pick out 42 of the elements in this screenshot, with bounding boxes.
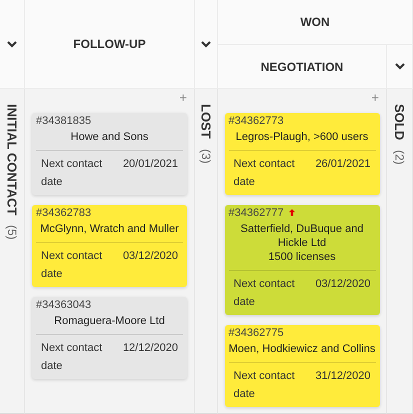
field-label: Next contact date bbox=[41, 249, 104, 282]
field-label: Next contact date bbox=[234, 157, 296, 190]
field-value: 31/12/2020 bbox=[315, 369, 370, 384]
collapsed-column-title[interactable]: SOLD bbox=[392, 104, 407, 140]
field-label: Next contact date bbox=[234, 369, 296, 402]
collapsed-column-title[interactable]: INITIAL CONTACT bbox=[4, 104, 20, 216]
deal-id: #34363043 bbox=[36, 298, 92, 310]
column-group-header: WON bbox=[218, 0, 413, 45]
deal-id: #34381835 bbox=[36, 114, 92, 126]
field-label: Next contact date bbox=[234, 277, 296, 310]
chevron-down-icon[interactable] bbox=[201, 40, 211, 48]
deal-title: Howe and Sons bbox=[70, 130, 150, 145]
deal-card[interactable]: #34362775 Moen, Hodkiewicz and Collins Next contact date 31/12/2020 bbox=[224, 325, 380, 407]
collapsed-column-title[interactable]: LOST bbox=[198, 104, 214, 139]
card-count: (5) bbox=[5, 225, 19, 240]
field-value: 03/12/2020 bbox=[315, 277, 370, 292]
field-label: Next contact date bbox=[41, 341, 104, 374]
card-count: (2) bbox=[392, 150, 406, 165]
deal-card[interactable]: #34363043 Romaguera-Moore Ltd Next contact date 12/12/2020 bbox=[32, 297, 187, 379]
field-value: 12/12/2020 bbox=[122, 341, 178, 356]
deal-title: Romaguera-Moore Ltd bbox=[53, 314, 166, 329]
deal-card[interactable]: #34381835 Howe and Sons Next contact date 20/01/2021 bbox=[32, 113, 187, 195]
deal-title: Moen, Hodkiewicz and Collins bbox=[228, 342, 376, 357]
deal-id: #34362775 bbox=[228, 326, 284, 338]
field-value: 26/01/2021 bbox=[315, 157, 370, 172]
column-title: FOLLOW-UP bbox=[73, 37, 146, 51]
field-value: 03/12/2020 bbox=[122, 249, 178, 264]
deal-title: McGlynn, Wratch and Muller bbox=[39, 222, 180, 237]
deal-id: #34362783 bbox=[36, 206, 92, 218]
deal-title: Satterfield, DuBuque and Hickle Ltd 1500 licenses bbox=[240, 222, 364, 265]
field-value: 20/01/2021 bbox=[122, 157, 178, 172]
chevron-down-icon[interactable] bbox=[7, 40, 17, 48]
deal-card[interactable]: #34362783 McGlynn, Wratch and Muller Next contact date 03/12/2020 bbox=[32, 205, 187, 287]
card-count: (3) bbox=[199, 148, 213, 164]
deal-title: Legros-Plaugh, >600 users bbox=[234, 130, 370, 145]
deal-id: #34362773 bbox=[228, 114, 284, 126]
column-title: NEGOTIATION bbox=[260, 60, 344, 74]
deal-id: #34362777 bbox=[228, 206, 284, 218]
deal-card[interactable]: #34362773 Legros-Plaugh, >600 users Next contact date 26/01/2021 bbox=[224, 113, 380, 195]
field-label: Next contact date bbox=[41, 157, 104, 190]
deal-card[interactable]: #34362777 Satterfield, DuBuque and Hickle Ltd 1500 licenses Next contact date 03/12/2020 bbox=[224, 205, 380, 315]
chevron-down-icon[interactable] bbox=[394, 63, 404, 70]
